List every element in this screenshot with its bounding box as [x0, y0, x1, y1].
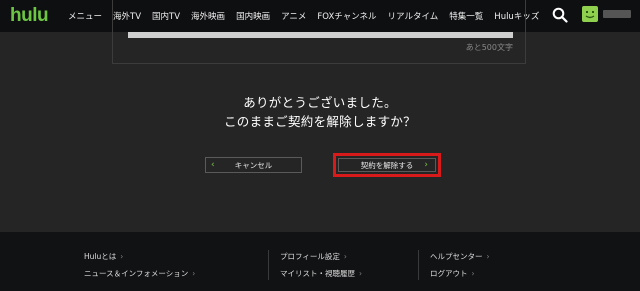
footer-link-news[interactable]: ニュース＆インフォメーション ›	[84, 268, 195, 279]
footer-link-mylist[interactable]: マイリスト・視聴履歴 ›	[280, 268, 362, 279]
chevron-right-icon: ›	[343, 252, 347, 261]
chevron-right-icon: ›	[424, 160, 428, 170]
footer-link-logout[interactable]: ログアウト ›	[430, 268, 475, 279]
footer: Huluとは › ニュース＆インフォメーション › プロフィール設定 › マイリスト・…	[0, 232, 640, 291]
chevron-right-icon: ›	[120, 252, 124, 261]
hulu-logo[interactable]: hulu	[10, 5, 49, 27]
cancel-subscription-button[interactable]: 契約を解除する ›	[333, 153, 441, 177]
chevron-right-icon: ›	[486, 252, 490, 261]
footer-link-profile[interactable]: プロフィール設定 ›	[280, 251, 347, 262]
cancel-button[interactable]: ‹ キャンセル	[205, 157, 302, 173]
chevron-left-icon: ‹	[211, 160, 215, 170]
message-line-1: ありがとうございました。	[243, 95, 397, 110]
chevron-right-icon: ›	[471, 269, 475, 278]
search-icon[interactable]	[552, 7, 568, 23]
chevron-right-icon: ›	[192, 269, 196, 278]
chevron-right-icon: ›	[359, 269, 362, 278]
cancel-subscription-inner: 契約を解除する ›	[338, 158, 436, 172]
nav-item-menu[interactable]: メニュー	[68, 10, 102, 22]
footer-link-about[interactable]: Huluとは ›	[84, 251, 123, 262]
footer-divider	[418, 250, 419, 280]
avatar[interactable]	[582, 6, 598, 22]
confirmation-message: ありがとうございました。 このままご契約を解除しますか？	[0, 93, 640, 131]
profile-name-redacted[interactable]	[603, 10, 631, 18]
smiley-icon	[585, 11, 595, 19]
char-count: あと500文字	[465, 43, 513, 52]
footer-divider	[268, 250, 269, 280]
footer-link-help[interactable]: ヘルプセンター ›	[430, 251, 490, 262]
cancel-subscription-label: 契約を解除する	[360, 160, 414, 170]
cancel-button-label: キャンセル	[234, 160, 273, 170]
comment-textarea[interactable]	[128, 32, 513, 38]
message-line-2: このままご契約を解除しますか？	[223, 114, 416, 129]
